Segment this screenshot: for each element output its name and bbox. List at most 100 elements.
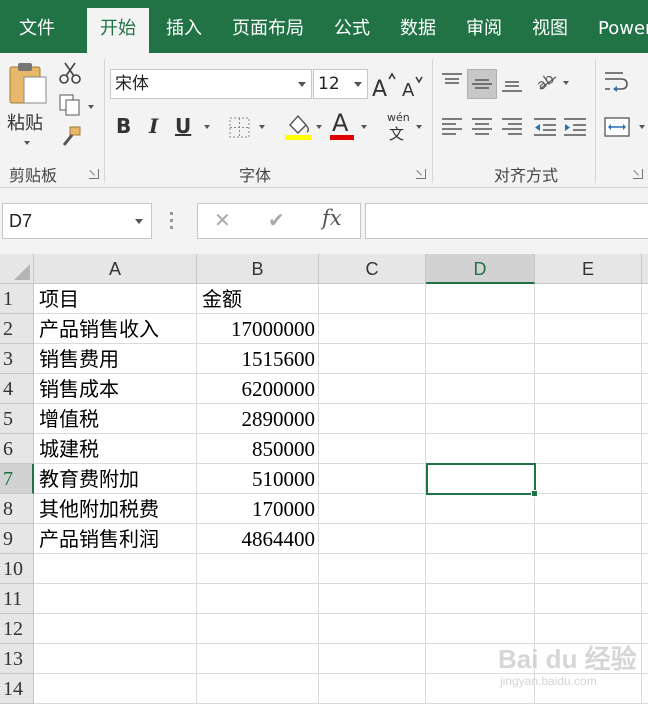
row-header-7[interactable]: 7: [0, 464, 34, 494]
font-launcher-icon[interactable]: [416, 169, 426, 179]
cell-f12[interactable]: [642, 614, 648, 644]
bold-button[interactable]: B: [116, 114, 131, 138]
cell-c13[interactable]: [319, 644, 426, 674]
row-header-6[interactable]: 6: [0, 434, 34, 464]
paste-dropdown-icon[interactable]: [24, 141, 30, 145]
cell-f9[interactable]: [642, 524, 648, 554]
tab-formulas[interactable]: 公式: [334, 0, 370, 53]
borders-dropdown-icon[interactable]: [259, 125, 265, 129]
orientation-dropdown-icon[interactable]: [563, 81, 569, 85]
paste-button[interactable]: 粘贴: [7, 109, 43, 135]
column-header-a[interactable]: A: [34, 254, 197, 284]
row-header-9[interactable]: 9: [0, 524, 34, 554]
cell-e11[interactable]: [535, 584, 642, 614]
cell-b8[interactable]: 170000: [197, 494, 319, 524]
top-align-icon[interactable]: [440, 71, 464, 93]
row-header-10[interactable]: 10: [0, 554, 34, 584]
cell-b12[interactable]: [197, 614, 319, 644]
cell-c7[interactable]: [319, 464, 426, 494]
cell-b9[interactable]: 4864400: [197, 524, 319, 554]
cell-a9[interactable]: 产品销售利润: [34, 524, 197, 554]
row-header-14[interactable]: 14: [0, 674, 34, 704]
cell-b7[interactable]: 510000: [197, 464, 319, 494]
column-header-e[interactable]: E: [535, 254, 642, 284]
cell-b5[interactable]: 2890000: [197, 404, 319, 434]
cell-e3[interactable]: [535, 344, 642, 374]
underline-dropdown-icon[interactable]: [204, 125, 210, 129]
phonetic-guide-button[interactable]: 文: [389, 123, 404, 144]
cell-d1[interactable]: [426, 284, 535, 314]
cell-f2[interactable]: [642, 314, 648, 344]
cell-c14[interactable]: [319, 674, 426, 704]
clipboard-launcher-icon[interactable]: [89, 169, 99, 179]
row-header-13[interactable]: 13: [0, 644, 34, 674]
cell-a6[interactable]: 城建税: [34, 434, 197, 464]
cell-f11[interactable]: [642, 584, 648, 614]
cell-a4[interactable]: 销售成本: [34, 374, 197, 404]
cell-c5[interactable]: [319, 404, 426, 434]
cell-a1[interactable]: 项目: [34, 284, 197, 314]
cell-c1[interactable]: [319, 284, 426, 314]
column-header-d[interactable]: D: [426, 254, 535, 284]
cell-d6[interactable]: [426, 434, 535, 464]
row-header-1[interactable]: 1: [0, 284, 34, 314]
cell-a2[interactable]: 产品销售收入: [34, 314, 197, 344]
italic-button[interactable]: I: [149, 114, 158, 138]
cell-e10[interactable]: [535, 554, 642, 584]
active-cell-d7[interactable]: [426, 463, 536, 495]
cell-a14[interactable]: [34, 674, 197, 704]
row-header-3[interactable]: 3: [0, 344, 34, 374]
cell-d10[interactable]: [426, 554, 535, 584]
decrease-indent-icon[interactable]: [532, 116, 558, 138]
decrease-font-size-icon[interactable]: A: [401, 73, 427, 99]
cell-b10[interactable]: [197, 554, 319, 584]
tab-insert[interactable]: 插入: [166, 0, 202, 53]
cell-d3[interactable]: [426, 344, 535, 374]
cell-a13[interactable]: [34, 644, 197, 674]
increase-font-size-icon[interactable]: A: [371, 71, 397, 99]
font-size-select[interactable]: 12: [313, 69, 368, 99]
font-color-button[interactable]: A: [332, 109, 348, 137]
row-header-5[interactable]: 5: [0, 404, 34, 434]
row-header-4[interactable]: 4: [0, 374, 34, 404]
cell-f7[interactable]: [642, 464, 648, 494]
cell-a11[interactable]: [34, 584, 197, 614]
cell-c11[interactable]: [319, 584, 426, 614]
cell-f5[interactable]: [642, 404, 648, 434]
increase-indent-icon[interactable]: [562, 116, 588, 138]
copy-dropdown-icon[interactable]: [88, 105, 94, 109]
alignment-launcher-icon[interactable]: [633, 169, 643, 179]
cell-f10[interactable]: [642, 554, 648, 584]
tab-page-layout[interactable]: 页面布局: [232, 0, 304, 53]
cell-c6[interactable]: [319, 434, 426, 464]
row-header-12[interactable]: 12: [0, 614, 34, 644]
bottom-align-icon[interactable]: [500, 73, 524, 95]
fill-color-icon[interactable]: [284, 111, 314, 141]
align-left-icon[interactable]: [440, 116, 464, 138]
formula-input[interactable]: [365, 203, 648, 239]
cell-c10[interactable]: [319, 554, 426, 584]
cell-f14[interactable]: [642, 674, 648, 704]
merge-center-icon[interactable]: [603, 116, 633, 140]
phonetic-dropdown-icon[interactable]: [416, 125, 422, 129]
cell-f13[interactable]: [642, 644, 648, 674]
align-center-icon[interactable]: [470, 116, 494, 138]
align-right-icon[interactable]: [500, 116, 524, 138]
cell-b13[interactable]: [197, 644, 319, 674]
cell-a7[interactable]: 教育费附加: [34, 464, 197, 494]
cell-f4[interactable]: [642, 374, 648, 404]
merge-dropdown-icon[interactable]: [639, 125, 645, 129]
orientation-icon[interactable]: ab: [534, 69, 560, 93]
cell-b4[interactable]: 6200000: [197, 374, 319, 404]
cell-b11[interactable]: [197, 584, 319, 614]
formula-bar-grip[interactable]: [170, 212, 173, 230]
tab-power[interactable]: Power: [598, 0, 648, 53]
cell-c3[interactable]: [319, 344, 426, 374]
tab-file[interactable]: 文件: [19, 0, 55, 53]
cell-c8[interactable]: [319, 494, 426, 524]
cell-a10[interactable]: [34, 554, 197, 584]
borders-icon[interactable]: [228, 116, 252, 140]
cell-b6[interactable]: 850000: [197, 434, 319, 464]
fill-color-dropdown-icon[interactable]: [316, 125, 322, 129]
cancel-icon[interactable]: ✕: [214, 208, 231, 232]
